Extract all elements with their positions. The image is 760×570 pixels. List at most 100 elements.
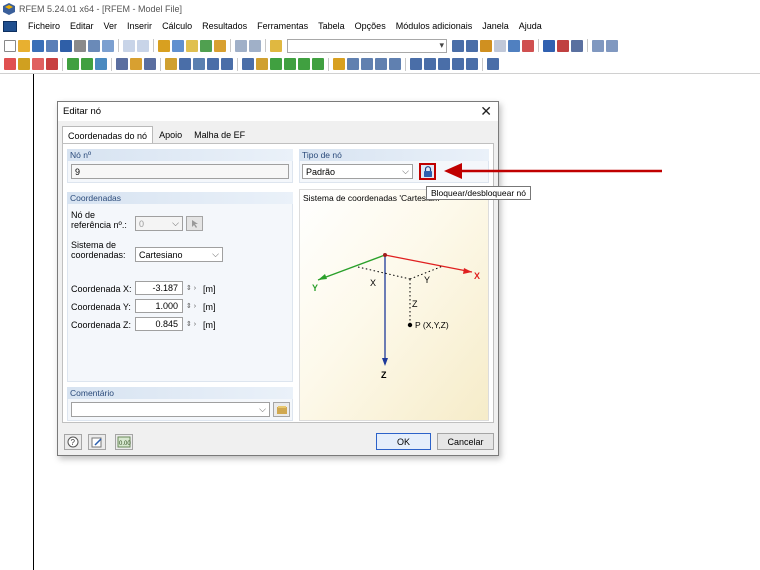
grid-points-icon[interactable]	[284, 58, 296, 70]
document-icon[interactable]	[3, 20, 17, 32]
support-icon[interactable]	[116, 58, 128, 70]
results-icon[interactable]	[200, 39, 212, 52]
table-icon[interactable]	[214, 39, 226, 52]
surface-icon[interactable]	[67, 58, 79, 70]
coord-x-input[interactable]: -3.187	[135, 281, 183, 295]
grid-icon[interactable]	[571, 39, 583, 52]
result-filter-icon[interactable]	[522, 39, 534, 52]
dimension-icon[interactable]	[242, 58, 254, 70]
menu-modulos-adicionais[interactable]: Módulos adicionais	[391, 21, 478, 31]
menu-ajuda[interactable]: Ajuda	[514, 21, 547, 31]
next-icon[interactable]	[466, 39, 478, 52]
view-iso-icon[interactable]	[452, 58, 464, 70]
solid-icon[interactable]	[81, 58, 93, 70]
member-load-icon[interactable]	[179, 58, 191, 70]
polyline-icon[interactable]	[32, 58, 44, 70]
tab-malha-de-ef[interactable]: Malha de EF	[188, 126, 251, 143]
generate-load-icon[interactable]	[207, 58, 219, 70]
node-icon[interactable]	[4, 58, 16, 70]
save-icon[interactable]	[60, 39, 72, 52]
comment-input[interactable]: ⌵	[71, 402, 270, 417]
close-icon[interactable]: ✕	[480, 103, 492, 119]
coordinate-system-select[interactable]: Cartesiano ⌵	[135, 247, 223, 262]
zoom-window-icon[interactable]	[361, 58, 373, 70]
menu-tabela[interactable]: Tabela	[313, 21, 350, 31]
ok-button[interactable]: OK	[376, 433, 431, 450]
menu-resultados[interactable]: Resultados	[197, 21, 252, 31]
measure-icon[interactable]	[312, 58, 324, 70]
menu-inserir[interactable]: Inserir	[122, 21, 157, 31]
redo-icon[interactable]	[137, 39, 149, 52]
menu-calculo[interactable]: Cálculo	[157, 21, 197, 31]
comment-library-icon[interactable]	[273, 402, 290, 417]
dim-x-line	[357, 266, 411, 280]
calculate-icon[interactable]	[186, 39, 198, 52]
section-icon[interactable]	[543, 39, 555, 52]
guideline-icon[interactable]	[270, 58, 282, 70]
menu-ficheiro[interactable]: Ficheiro	[23, 21, 65, 31]
view-y-icon[interactable]	[424, 58, 436, 70]
units-decimals-icon[interactable]: 0.00	[115, 434, 133, 450]
hinge-icon[interactable]	[130, 58, 142, 70]
zoom-icon[interactable]	[347, 58, 359, 70]
menu-editar[interactable]: Editar	[65, 21, 99, 31]
coord-y-input[interactable]: 1.000	[135, 299, 183, 313]
open-recent-icon[interactable]	[32, 39, 44, 52]
view-x-icon[interactable]	[410, 58, 422, 70]
cancel-button[interactable]: Cancelar	[437, 433, 494, 450]
print-graphic-icon[interactable]	[88, 39, 100, 52]
result-values-icon[interactable]	[494, 39, 506, 52]
undo-icon[interactable]	[123, 39, 135, 52]
show-results-icon[interactable]	[508, 39, 520, 52]
snap-icon[interactable]	[256, 58, 268, 70]
panel-icon[interactable]	[235, 39, 247, 52]
node-number-field[interactable]: 9	[71, 164, 289, 179]
display-icon[interactable]	[592, 39, 604, 52]
view-3d-icon[interactable]	[389, 58, 401, 70]
release-icon[interactable]	[144, 58, 156, 70]
menu-janela[interactable]: Janela	[477, 21, 514, 31]
view-icon[interactable]	[606, 39, 618, 52]
menu-ferramentas[interactable]: Ferramentas	[252, 21, 313, 31]
menu-ver[interactable]: Ver	[99, 21, 123, 31]
coord-z-input[interactable]: 0.845	[135, 317, 183, 331]
render-icon[interactable]	[466, 58, 478, 70]
coord-z-spinner[interactable]: ⇕ ›	[183, 317, 199, 331]
imperfection-icon[interactable]	[221, 58, 233, 70]
check-icon[interactable]	[333, 58, 345, 70]
new-file-icon[interactable]	[4, 39, 16, 52]
load-icon[interactable]	[165, 58, 177, 70]
pick-node-icon[interactable]	[186, 216, 203, 231]
tab-coordenadas-do-no[interactable]: Coordenadas do nó	[62, 126, 154, 144]
edit-properties-icon[interactable]	[88, 434, 106, 450]
line-icon[interactable]	[18, 58, 30, 70]
loads-icon[interactable]	[480, 39, 492, 52]
coord-y-spinner[interactable]: ⇕ ›	[183, 299, 199, 313]
help-icon[interactable]: ?	[64, 434, 82, 450]
smooth-icon[interactable]	[557, 39, 569, 52]
tab-apoio[interactable]: Apoio	[153, 126, 188, 143]
node-type-select[interactable]: Padrão ⌵	[302, 164, 413, 179]
find-icon[interactable]	[172, 39, 184, 52]
zoom-all-icon[interactable]	[375, 58, 387, 70]
template-icon[interactable]	[46, 39, 58, 52]
member-icon[interactable]	[46, 58, 58, 70]
previous-icon[interactable]	[452, 39, 464, 52]
view-z-icon[interactable]	[438, 58, 450, 70]
printout-report-icon[interactable]	[102, 39, 114, 52]
opening-icon[interactable]	[95, 58, 107, 70]
settings-icon[interactable]	[487, 58, 499, 70]
z-axis-label: Z	[381, 370, 387, 380]
object-snap-icon[interactable]	[298, 58, 310, 70]
load-case-icon[interactable]	[270, 39, 282, 52]
open-folder-icon[interactable]	[18, 39, 30, 52]
edit-icon[interactable]	[158, 39, 170, 52]
print-icon[interactable]	[74, 39, 86, 52]
reference-node-select[interactable]: 0 ⌵	[135, 216, 183, 231]
lock-unlock-button[interactable]	[419, 163, 436, 180]
surface-load-icon[interactable]	[193, 58, 205, 70]
coord-x-spinner[interactable]: ⇕ ›	[183, 281, 199, 295]
navigator-icon[interactable]	[249, 39, 261, 52]
menu-opcoes[interactable]: Opções	[350, 21, 391, 31]
load-case-combo[interactable]	[287, 38, 447, 53]
